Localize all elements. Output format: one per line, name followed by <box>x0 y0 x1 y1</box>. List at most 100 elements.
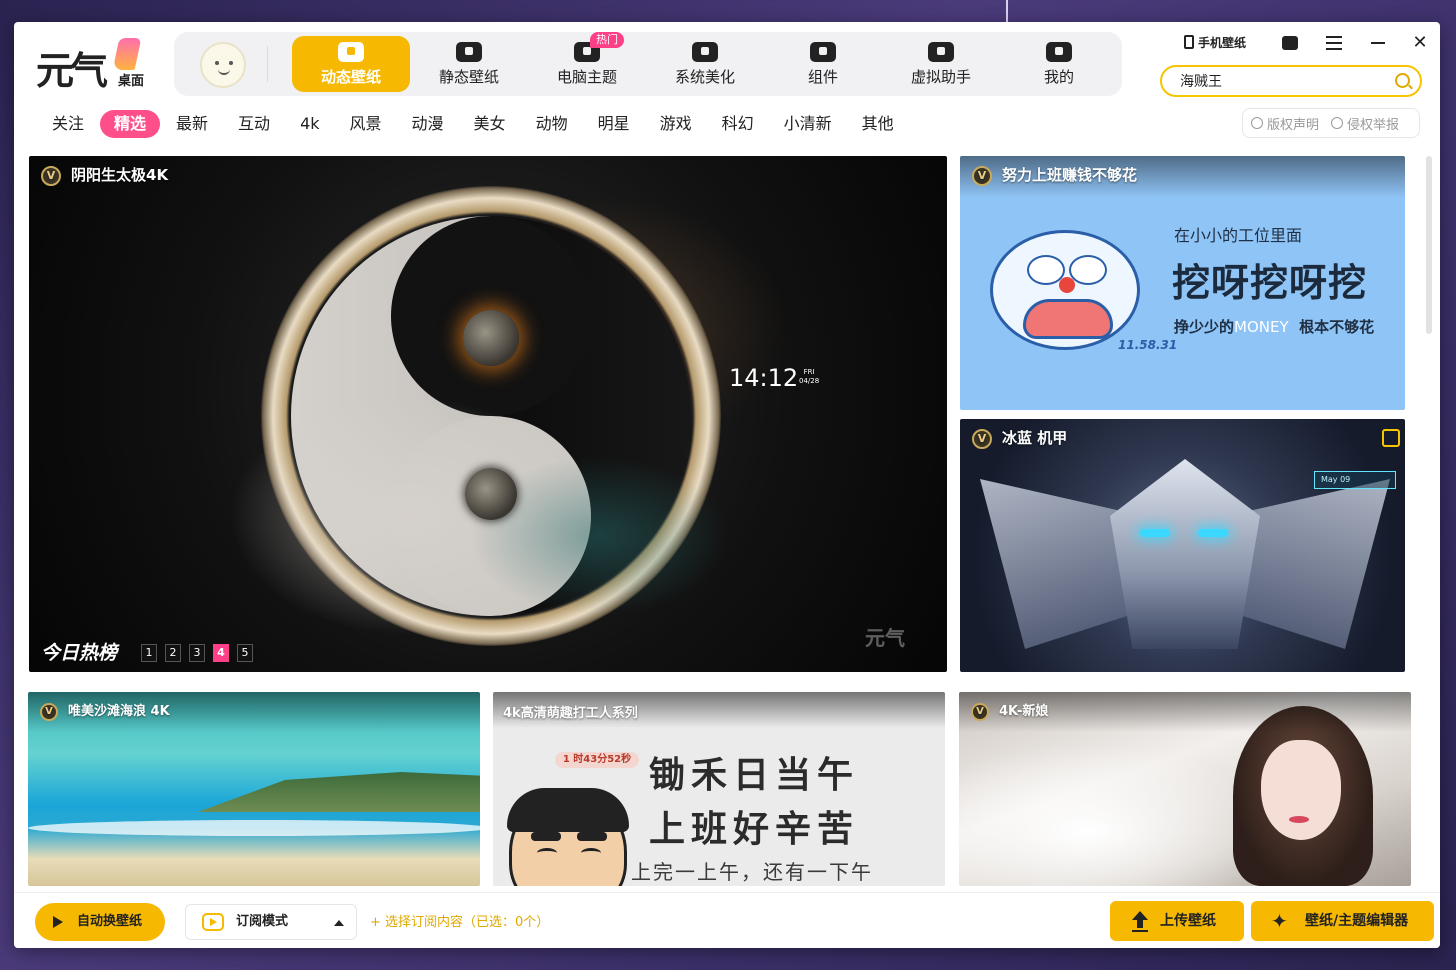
hero-title-text: 阴阳生太极4K <box>71 166 169 184</box>
wallpaper-card-mecha[interactable]: May 09 V 冰蓝 机甲 <box>960 419 1405 672</box>
mecha-head-image <box>1110 459 1260 649</box>
cartoon-eye <box>581 848 601 858</box>
category-bar: 关注 精选 最新 互动 4k 风景 动漫 美女 动物 明星 游戏 科幻 小清新 … <box>38 110 910 140</box>
video-play-icon <box>338 42 364 62</box>
nav-virtual-assistant[interactable]: 虚拟助手 <box>882 36 1000 92</box>
card-title-text: 唯美沙滩海浪 4K <box>68 704 170 719</box>
category-games[interactable]: 游戏 <box>646 110 706 138</box>
worker-line1: 锄禾日当午 <box>649 754 860 796</box>
wallpaper-clock: 14:12 <box>729 364 799 392</box>
caret-up-icon <box>334 920 344 926</box>
hero-pager: 1 2 3 4 5 <box>141 644 253 662</box>
copyright-icon <box>1251 117 1263 129</box>
upload-wallpaper-button[interactable]: 上传壁纸 <box>1110 901 1244 941</box>
nav-label: 我的 <box>1043 68 1074 86</box>
vip-badge-icon: V <box>971 703 989 721</box>
subscribe-mode-select[interactable]: 订阅模式 <box>185 904 357 940</box>
card-title: V 冰蓝 机甲 <box>972 427 1067 449</box>
close-icon[interactable]: ✕ <box>1412 34 1428 52</box>
nav-label: 电脑主题 <box>556 68 617 86</box>
menu-icon[interactable] <box>1326 36 1342 50</box>
upload-label: 上传壁纸 <box>1160 913 1216 929</box>
wallpaper-watermark: 元气 <box>865 626 905 650</box>
pager-item[interactable]: 2 <box>165 644 181 662</box>
search-icon[interactable] <box>1395 73 1410 88</box>
category-scenery[interactable]: 风景 <box>336 110 396 138</box>
nav-static-wallpaper[interactable]: 静态壁纸 <box>410 36 528 92</box>
nav-system-beautify[interactable]: 系统美化 <box>646 36 764 92</box>
bride-lips <box>1289 816 1309 823</box>
nav-label: 虚拟助手 <box>910 68 971 86</box>
nav-widgets[interactable]: 组件 <box>764 36 882 92</box>
wallpaper-card-doraemon[interactable]: 11.58.31 在小小的工位里面 挖呀挖呀挖 挣少少的MONEY 根本不够花 … <box>960 156 1405 410</box>
choose-subscription-link[interactable]: + 选择订阅内容（已选：0个） <box>370 911 549 930</box>
card-title-text: 4K-新娘 <box>999 704 1049 719</box>
bride-face-image <box>1261 740 1341 840</box>
pager-item[interactable]: 5 <box>237 644 253 662</box>
category-scifi[interactable]: 科幻 <box>708 110 768 138</box>
search-input[interactable] <box>1180 73 1380 89</box>
magic-wand-icon: ✦ <box>1271 909 1288 933</box>
bride-veil <box>959 742 1279 886</box>
doraemon-line3-a: 挣少少的 <box>1174 318 1235 336</box>
pager-item-active[interactable]: 4 <box>213 644 229 662</box>
nav-dynamic-wallpaper[interactable]: 动态壁纸 <box>292 36 410 92</box>
warning-icon <box>1331 117 1344 129</box>
phone-wallpaper-button[interactable]: 手机壁纸 <box>1184 34 1246 51</box>
category-animals[interactable]: 动物 <box>522 110 582 138</box>
copyright-link[interactable]: 版权声明 <box>1243 114 1323 133</box>
pager-item[interactable]: 3 <box>189 644 205 662</box>
app-window: 元气 桌面 动态壁纸 静态壁纸 热门 电脑主题 系统美化 组件 虚拟助手 我的 … <box>14 22 1440 948</box>
auto-switch-label: 自动换壁纸 <box>77 914 143 929</box>
category-stars[interactable]: 明星 <box>584 110 644 138</box>
doraemon-face-image <box>990 230 1140 350</box>
desktop-divider <box>1006 0 1008 22</box>
widget-icon <box>810 42 836 62</box>
worker-line3: 上完一上午，还有一下午 <box>631 860 873 884</box>
wallpaper-card-worker[interactable]: 1 时43分52秒 锄禾日当午 上班好辛苦 上完一上午，还有一下午 4k高清萌趣… <box>493 692 945 886</box>
image-icon <box>456 42 482 62</box>
cartoon-eyebrow <box>531 832 561 841</box>
flower-icon <box>692 42 718 62</box>
message-icon[interactable] <box>1282 36 1298 50</box>
category-latest[interactable]: 最新 <box>162 110 222 138</box>
category-interactive[interactable]: 互动 <box>224 110 284 138</box>
category-anime[interactable]: 动漫 <box>398 110 458 138</box>
auto-switch-wallpaper-button[interactable]: 自动换壁纸 <box>35 903 165 941</box>
doraemon-mouth <box>1023 299 1113 339</box>
pager-item[interactable]: 1 <box>141 644 157 662</box>
category-featured[interactable]: 精选 <box>100 110 161 138</box>
window-actions: 手机壁纸 ✕ <box>1180 34 1430 54</box>
theme-editor-button[interactable]: ✦ 壁纸/主题编辑器 <box>1251 901 1434 941</box>
vip-badge-icon: V <box>972 429 992 449</box>
clock-date: 04/28 <box>799 377 820 385</box>
hero-wallpaper-card[interactable]: V 阴阳生太极4K 14:12 FRI 04/28 元气 今日热榜 1 2 3 4 … <box>29 156 947 672</box>
user-avatar[interactable] <box>200 42 246 88</box>
worker-timer: 1 时43分52秒 <box>555 752 639 768</box>
phone-wallpaper-label: 手机壁纸 <box>1198 36 1247 50</box>
moon-orb-top <box>463 310 519 366</box>
wallpaper-card-beach[interactable]: V 唯美沙滩海浪 4K <box>28 692 480 886</box>
category-follow[interactable]: 关注 <box>38 110 98 138</box>
card-title: V 努力上班赚钱不够花 <box>972 164 1137 186</box>
tv-icon <box>202 913 224 931</box>
card-title-text: 努力上班赚钱不够花 <box>1002 166 1138 184</box>
wallpaper-card-bride[interactable]: V 4K-新娘 <box>959 692 1411 886</box>
mecha-hud-panel: May 09 <box>1314 471 1396 489</box>
minimize-icon[interactable] <box>1370 36 1386 50</box>
avatar-eye-icon <box>215 61 219 65</box>
mecha-wing-left <box>980 479 1130 649</box>
category-4k[interactable]: 4k <box>286 110 333 138</box>
logo-subtitle: 桌面 <box>118 74 145 89</box>
category-beauty[interactable]: 美女 <box>460 110 520 138</box>
logo-text: 元气 <box>36 48 108 93</box>
category-other[interactable]: 其他 <box>848 110 908 138</box>
content-scrollbar[interactable] <box>1426 156 1432 334</box>
copyright-label: 版权声明 <box>1267 117 1320 133</box>
nav-mine[interactable]: 我的 <box>1000 36 1118 92</box>
nav-pc-theme[interactable]: 热门 电脑主题 <box>528 32 646 92</box>
report-link[interactable]: 侵权举报 <box>1323 114 1403 133</box>
wallpaper-clock-date: FRI 04/28 <box>799 368 819 386</box>
app-logo[interactable]: 元气 桌面 <box>36 38 156 93</box>
category-fresh[interactable]: 小清新 <box>770 110 846 138</box>
